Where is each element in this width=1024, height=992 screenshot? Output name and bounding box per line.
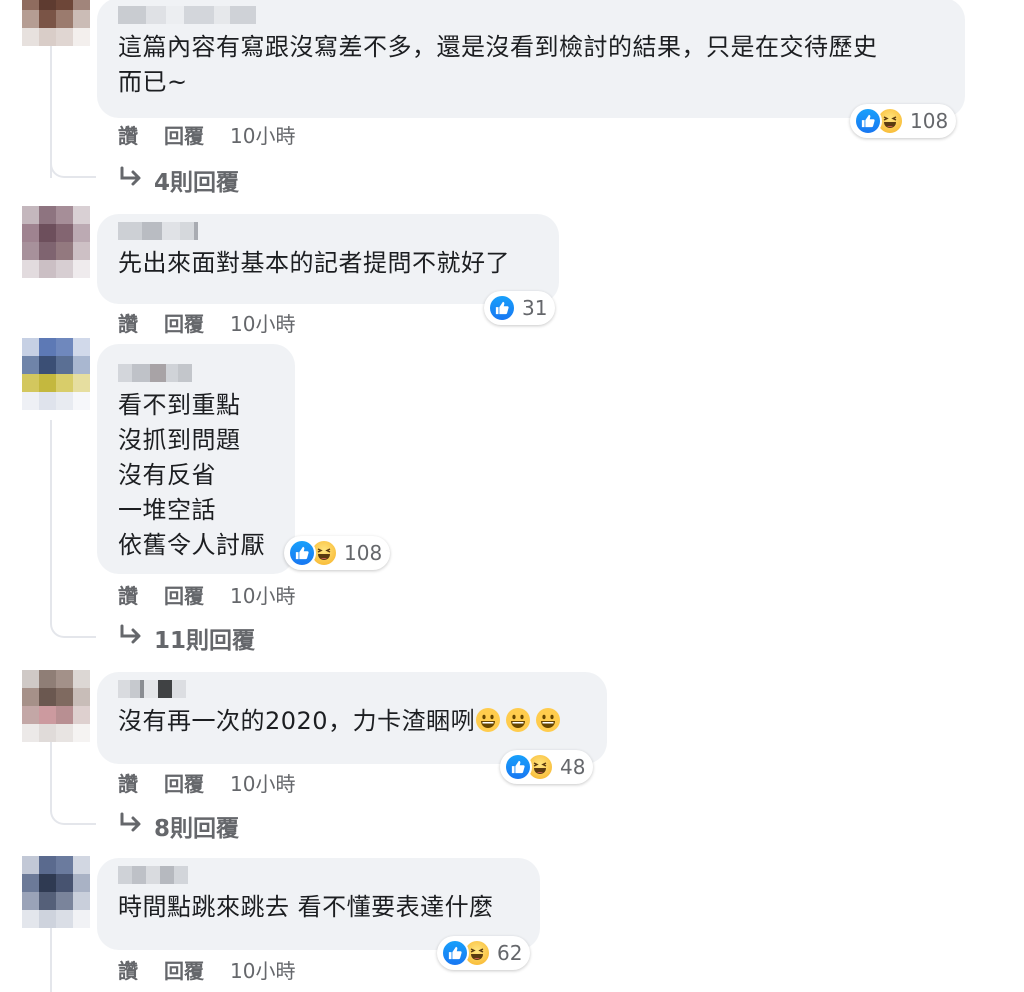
reaction-summary[interactable]: 62 (437, 936, 531, 970)
reply-arrow-icon (118, 166, 144, 194)
comment-bubble: 這篇內容有寫跟沒寫差不多，還是沒看到檢討的結果，只是在交待歷史 而已~ (97, 0, 965, 118)
reaction-count: 48 (560, 755, 586, 779)
reply-button[interactable]: 回覆 (164, 120, 204, 149)
timestamp[interactable]: 10小時 (230, 580, 295, 609)
reply-arrow-icon (118, 624, 144, 652)
view-replies-label: 4則回覆 (154, 170, 240, 196)
avatar[interactable] (22, 856, 90, 928)
like-button[interactable]: 讚 (118, 955, 138, 984)
reply-button[interactable]: 回覆 (164, 768, 204, 797)
like-icon (504, 753, 532, 781)
comment-bubble: 先出來面對基本的記者提問不就好了 (97, 214, 559, 304)
like-icon (441, 939, 469, 967)
reaction-count: 62 (497, 941, 523, 965)
timestamp[interactable]: 10小時 (230, 955, 295, 984)
commenter-name[interactable] (118, 362, 273, 384)
grinning-emoji (475, 707, 505, 735)
comment-text: 沒有再一次的2020，力卡渣睏咧 (118, 704, 585, 739)
comment-bubble: 看不到重點 沒抓到問題 沒有反省 一堆空話 依舊令人討厭 (97, 344, 295, 574)
comment-text: 時間點跳來跳去 看不懂要表達什麼 (118, 893, 494, 921)
view-replies-button[interactable]: 11則回覆 (118, 621, 255, 655)
like-icon (288, 539, 316, 567)
reply-button[interactable]: 回覆 (164, 580, 204, 609)
comment-text: 先出來面對基本的記者提問不就好了 (118, 249, 510, 277)
avatar[interactable] (22, 206, 90, 278)
like-button[interactable]: 讚 (118, 768, 138, 797)
reply-button[interactable]: 回覆 (164, 308, 204, 337)
reaction-summary[interactable]: 31 (484, 291, 556, 325)
like-button[interactable]: 讚 (118, 580, 138, 609)
avatar[interactable] (22, 0, 90, 46)
view-replies-label: 8則回覆 (154, 816, 240, 842)
view-replies-label: 11則回覆 (154, 628, 256, 654)
reply-button[interactable]: 回覆 (164, 955, 204, 984)
view-replies-button[interactable]: 4則回覆 (118, 163, 239, 197)
grinning-emoji (535, 707, 565, 735)
reaction-summary[interactable]: 48 (500, 750, 594, 784)
commenter-name[interactable] (118, 678, 585, 700)
like-icon (854, 107, 882, 135)
comment-text: 這篇內容有寫跟沒寫差不多，還是沒看到檢討的結果，只是在交待歷史 而已~ (118, 33, 878, 96)
like-button[interactable]: 讚 (118, 308, 138, 337)
avatar[interactable] (22, 338, 90, 410)
reply-arrow-icon (118, 812, 144, 840)
reaction-summary[interactable]: 108 (850, 104, 957, 138)
comment-text-body: 沒有再一次的2020，力卡渣睏咧 (118, 707, 476, 735)
reaction-count: 31 (522, 296, 548, 320)
commenter-name[interactable] (118, 220, 537, 242)
grinning-emoji (505, 707, 535, 735)
reaction-count: 108 (910, 109, 949, 133)
reaction-summary[interactable]: 108 (284, 536, 391, 570)
commenter-name[interactable] (118, 4, 943, 26)
view-replies-button[interactable]: 8則回覆 (118, 809, 239, 843)
comment-text: 看不到重點 沒抓到問題 沒有反省 一堆空話 依舊令人討厭 (118, 391, 265, 559)
timestamp[interactable]: 10小時 (230, 308, 295, 337)
timestamp[interactable]: 10小時 (230, 120, 295, 149)
reaction-count: 108 (344, 541, 383, 565)
commenter-name[interactable] (118, 864, 518, 886)
timestamp[interactable]: 10小時 (230, 768, 295, 797)
like-icon (488, 294, 516, 322)
like-button[interactable]: 讚 (118, 120, 138, 149)
avatar[interactable] (22, 670, 90, 742)
